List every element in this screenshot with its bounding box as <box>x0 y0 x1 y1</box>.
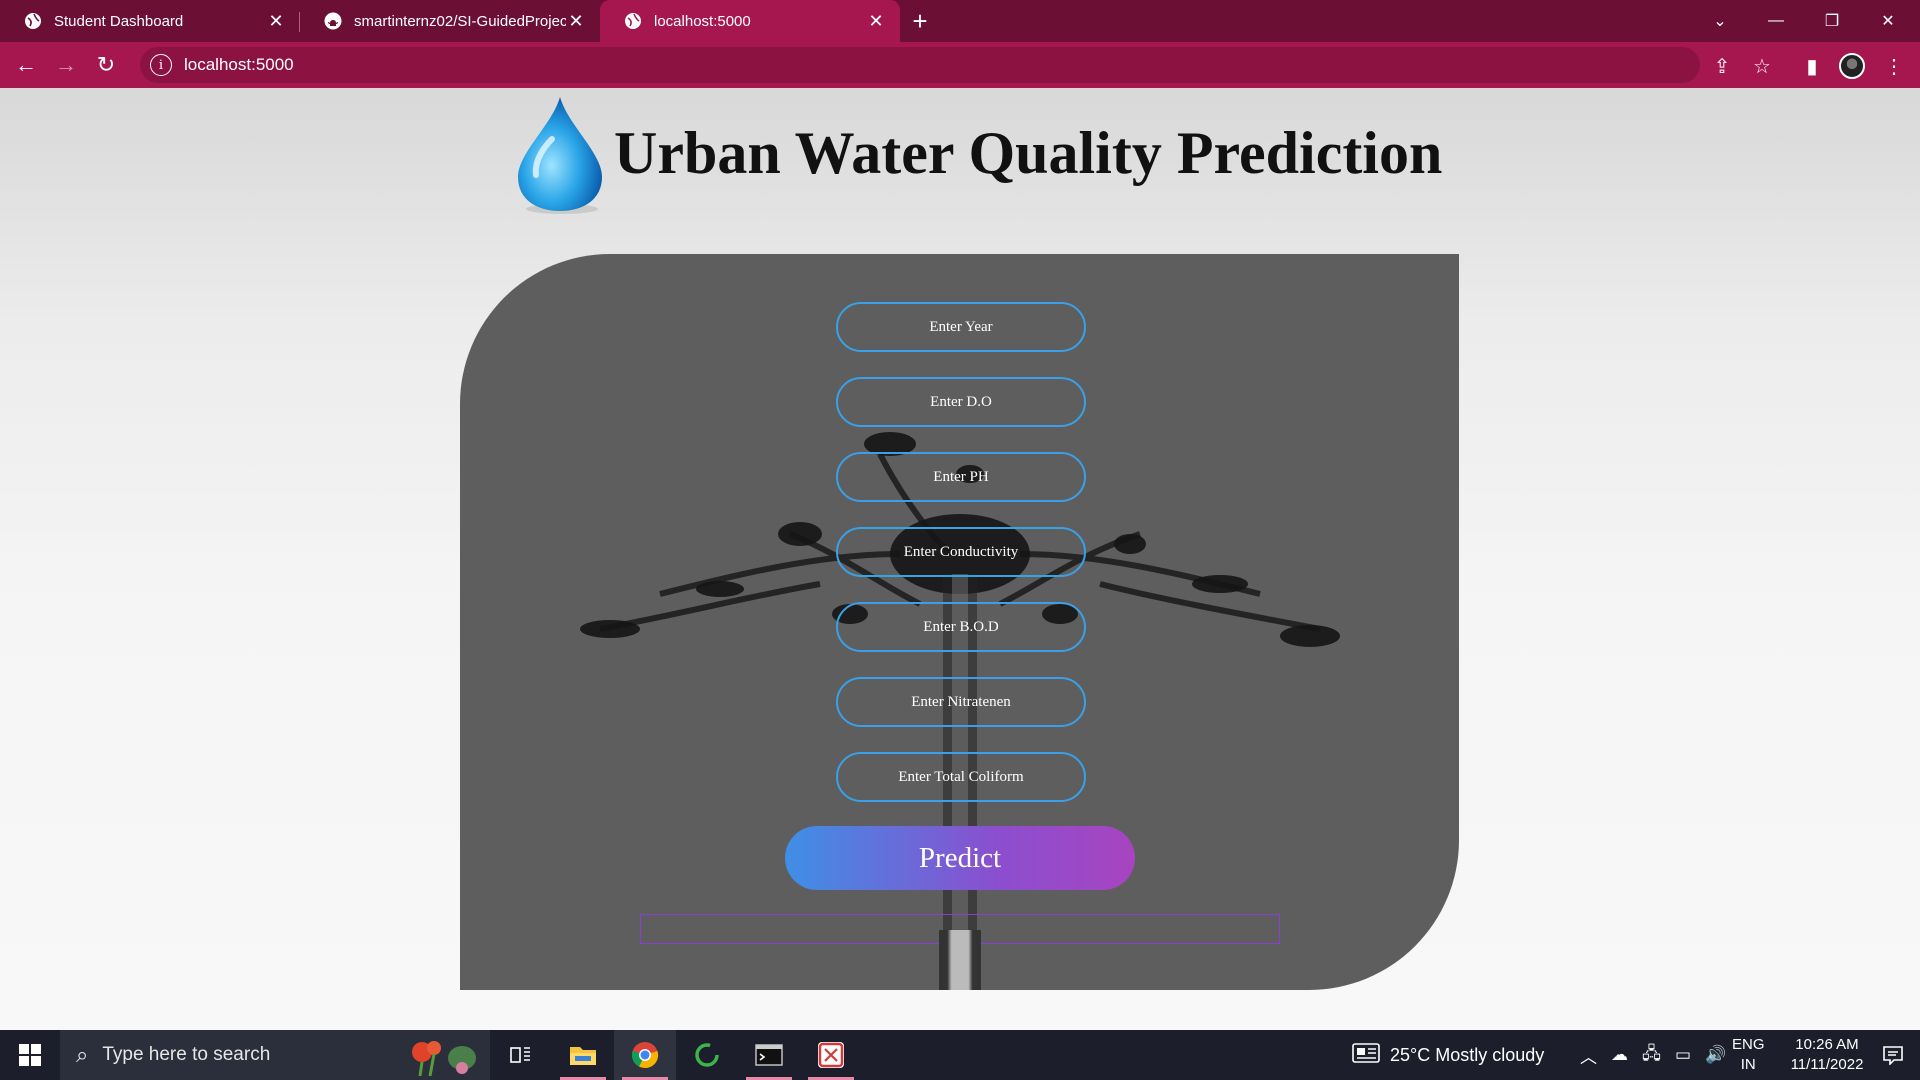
toolbar: ← → ↻ i localhost:5000 <box>0 42 1920 88</box>
share-icon[interactable]: ⇪ <box>1702 46 1742 86</box>
onedrive-icon[interactable]: ☁ <box>1611 1045 1628 1065</box>
predict-button[interactable]: Predict <box>785 826 1135 890</box>
language-indicator[interactable]: ENG IN <box>1732 1030 1765 1080</box>
network-icon[interactable]: 🖧 <box>1642 1041 1661 1070</box>
chevron-up-icon[interactable]: ︿ <box>1580 1043 1597 1068</box>
tab-student-dashboard[interactable]: Student Dashboard ✕ <box>0 0 300 42</box>
page-header: Urban Water Quality Prediction <box>510 88 1442 218</box>
task-view-icon[interactable] <box>490 1030 552 1080</box>
ph-input[interactable] <box>836 452 1086 502</box>
tab-label: localhost:5000 <box>654 12 751 30</box>
battery-icon[interactable]: ▭ <box>1675 1045 1691 1065</box>
menu-kebab-icon[interactable]: ⋮ <box>1874 46 1914 86</box>
red-app-icon[interactable] <box>800 1030 862 1080</box>
weather-text: 25°C Mostly cloudy <box>1390 1044 1545 1065</box>
weather-widget[interactable]: 25°C Mostly cloudy <box>1352 1030 1544 1080</box>
forward-arrow-icon[interactable]: → <box>46 45 86 85</box>
loading-ring-app-icon[interactable] <box>676 1030 738 1080</box>
close-tab-icon[interactable]: ✕ <box>266 11 286 31</box>
bookmark-star-icon[interactable]: ☆ <box>1742 46 1782 86</box>
terminal-icon[interactable] <box>738 1030 800 1080</box>
water-drop-icon <box>518 97 602 214</box>
conductivity-input[interactable] <box>836 527 1086 577</box>
taskbar-search[interactable]: ⌕ Type here to search <box>60 1030 490 1080</box>
side-panel-icon[interactable]: ▮ <box>1792 46 1832 86</box>
tab-localhost[interactable]: localhost:5000 ✕ <box>600 0 900 42</box>
region-text: IN <box>1740 1056 1756 1073</box>
tab-label: Student Dashboard <box>54 12 184 30</box>
page-title: Urban Water Quality Prediction <box>614 119 1443 186</box>
windows-start-icon[interactable] <box>0 1030 60 1080</box>
taskbar: ⌕ Type here to search 25°C Mostly cloudy… <box>0 1030 1920 1080</box>
flower-illustration-icon <box>400 1036 480 1080</box>
year-input[interactable] <box>836 302 1086 352</box>
globe-icon <box>624 12 642 30</box>
prediction-form-card: Predict <box>460 254 1459 990</box>
avatar <box>1839 53 1865 79</box>
url-text: localhost:5000 <box>184 55 294 74</box>
close-tab-icon[interactable]: ✕ <box>566 11 586 31</box>
news-weather-icon <box>1352 1042 1380 1069</box>
close-tab-icon[interactable]: ✕ <box>866 11 886 31</box>
minimize-button[interactable]: — <box>1748 0 1804 42</box>
clock-date: 11/11/2022 <box>1790 1056 1864 1073</box>
tab-label: smartinternz02/SI-GuidedProject <box>354 12 566 30</box>
chrome-icon[interactable] <box>614 1030 676 1080</box>
bod-input[interactable] <box>836 602 1086 652</box>
taskbar-search-placeholder: Type here to search <box>102 1044 271 1065</box>
restore-button[interactable]: ❐ <box>1804 0 1860 42</box>
globe-icon <box>24 12 42 30</box>
nitratenen-input[interactable] <box>836 677 1086 727</box>
do-input[interactable] <box>836 377 1086 427</box>
tab-search-icon[interactable]: ⌄ <box>1692 0 1748 42</box>
total-coliform-input[interactable] <box>836 752 1086 802</box>
water-stream-decoration <box>939 930 981 990</box>
github-icon <box>324 12 342 30</box>
language-text: ENG <box>1732 1036 1765 1053</box>
back-arrow-icon[interactable]: ← <box>6 45 46 85</box>
tab-github[interactable]: smartinternz02/SI-GuidedProject ✕ <box>300 0 600 42</box>
clock-time: 10:26 AM <box>1795 1036 1859 1053</box>
notification-icon[interactable] <box>1866 1030 1920 1080</box>
file-explorer-icon[interactable] <box>552 1030 614 1080</box>
close-window-button[interactable]: ✕ <box>1860 0 1916 42</box>
profile-avatar[interactable] <box>1832 46 1872 86</box>
reload-icon[interactable]: ↻ <box>86 45 126 85</box>
site-info-icon[interactable]: i <box>150 54 172 76</box>
system-tray: ︿ ☁ 🖧 ▭ 🔊 <box>1580 1030 1726 1080</box>
volume-icon[interactable]: 🔊 <box>1705 1045 1726 1065</box>
address-bar[interactable]: i localhost:5000 <box>140 47 1700 83</box>
new-tab-button[interactable]: + <box>900 0 940 42</box>
search-icon: ⌕ <box>76 1042 89 1067</box>
tab-strip: Student Dashboard ✕ smartinternz02/SI-Gu… <box>0 0 1920 42</box>
page-content: Urban Water Quality Prediction Enter Yea… <box>0 88 1920 1030</box>
